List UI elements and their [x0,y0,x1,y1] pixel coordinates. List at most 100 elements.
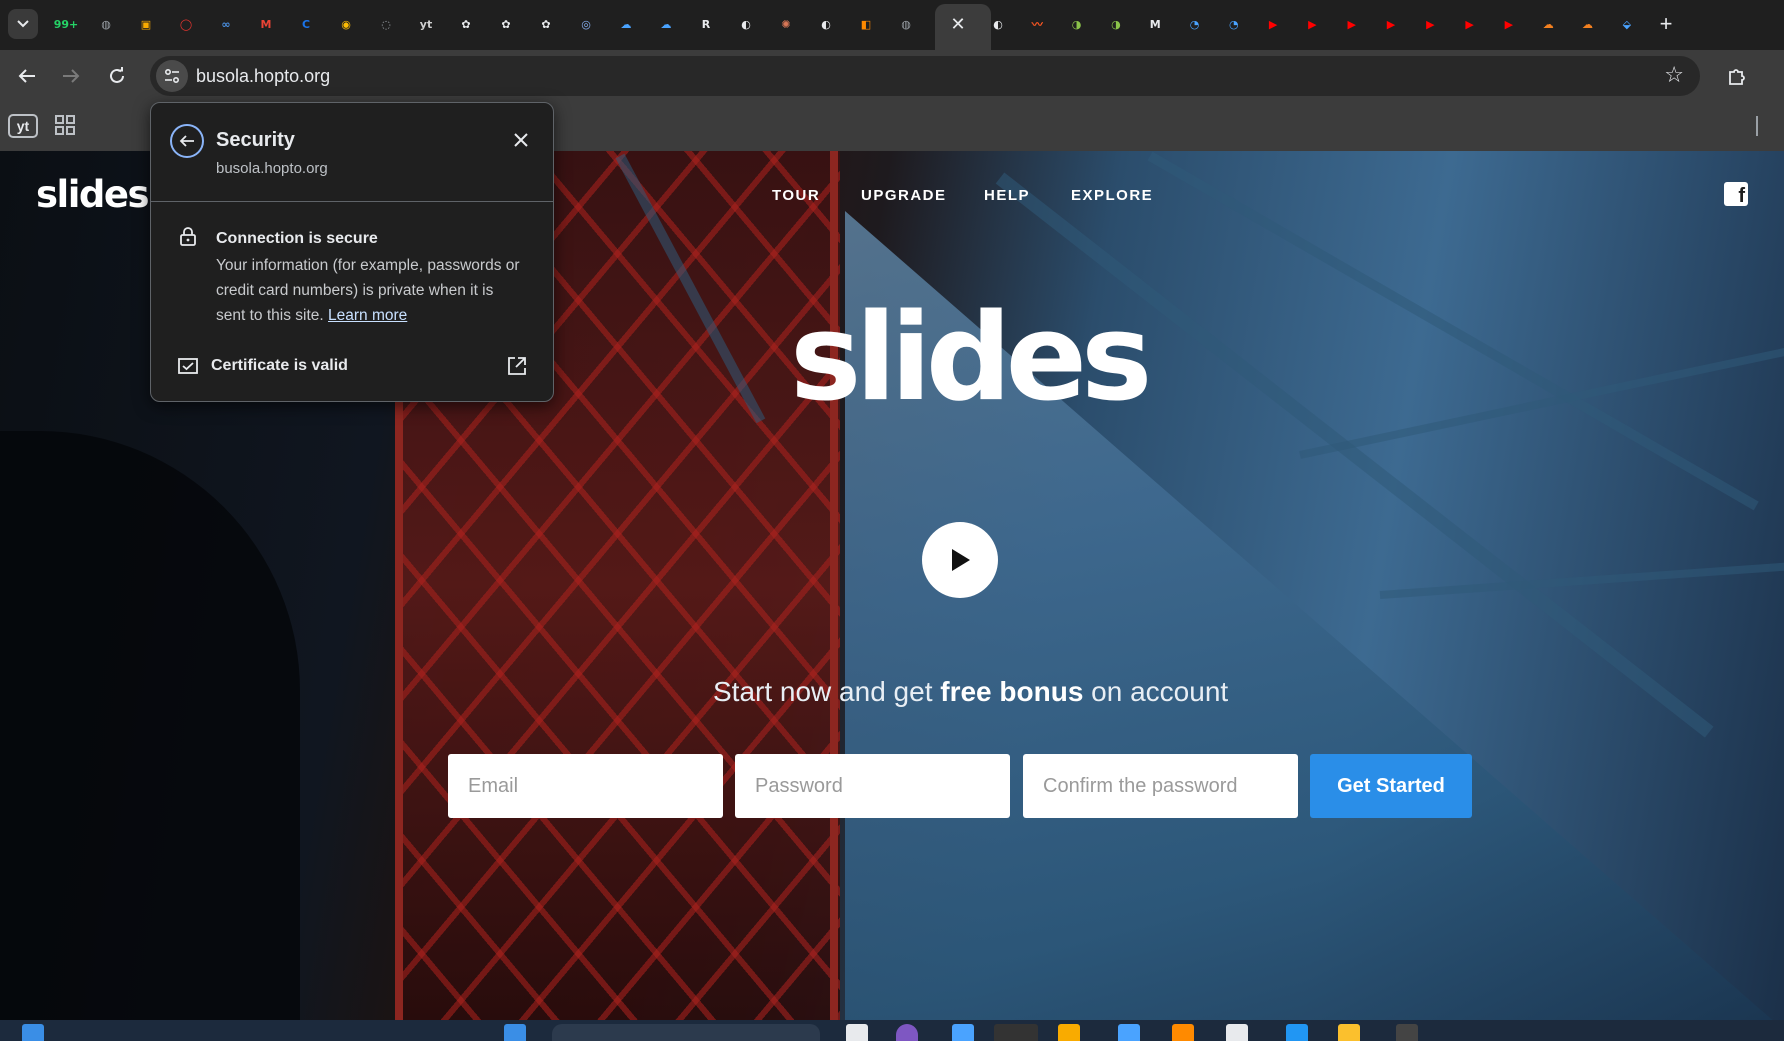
yt-icon[interactable]: yt [415,13,437,35]
github-icon[interactable]: ◐ [735,13,757,35]
background-beam [1299,347,1784,459]
openai-icon[interactable]: ✿ [455,13,477,35]
address-bar[interactable]: busola.hopto.org ☆ [150,56,1700,96]
close-icon[interactable] [507,126,535,154]
nav-tour[interactable]: TOUR [772,187,820,204]
site-info-button[interactable] [156,60,188,92]
whatsapp-icon[interactable]: 99+ [54,13,79,35]
orange-app-icon[interactable]: ◧ [855,13,877,35]
cloudflare-icon[interactable]: ☁ [1537,13,1559,35]
tune-icon [165,69,179,83]
browser-toolbar: busola.hopto.org ☆ [0,50,1784,100]
openai-icon[interactable]: ✿ [535,13,557,35]
onedrive-icon[interactable]: ☁ [655,13,677,35]
github-icon[interactable]: ◐ [815,13,837,35]
connection-title: Connection is secure [216,230,378,247]
chrome-icon[interactable]: ◉ [335,13,357,35]
meta-icon[interactable]: ∞ [215,13,237,35]
taskbar-search[interactable] [552,1024,820,1041]
forward-button[interactable] [56,61,86,91]
popup-host: busola.hopto.org [216,160,328,177]
youtube-icon[interactable]: ▶ [1498,13,1520,35]
facebook-icon[interactable]: f [1724,182,1748,206]
green-app-icon[interactable]: ◑ [1105,13,1127,35]
gmail-icon[interactable]: M [255,13,277,35]
openai-icon[interactable]: ✿ [495,13,517,35]
url-text[interactable]: busola.hopto.org [196,66,330,87]
claude-icon[interactable]: ✺ [775,13,797,35]
bookmark-yt[interactable]: yt [8,114,38,138]
taskbar-app-icon[interactable] [1396,1024,1418,1041]
taskbar-app-icon[interactable] [952,1024,974,1041]
taskbar-folder-icon[interactable] [1058,1024,1080,1041]
google-meet-icon[interactable]: ▣ [135,13,157,35]
taskbar-app-icon[interactable] [1286,1024,1308,1041]
circle-app-icon[interactable]: ◔ [1223,13,1245,35]
tower-column [830,151,838,1020]
start-icon[interactable] [22,1024,44,1041]
confirm-password-field[interactable] [1023,754,1298,818]
learn-more-link[interactable]: Learn more [328,307,407,324]
orange-chart-icon[interactable]: 〰 [1026,13,1048,35]
arrow-right-icon [63,69,80,83]
tagline-bold: free bonus [940,676,1084,707]
github-icon[interactable]: ◐ [987,13,1009,35]
youtube-icon[interactable]: ▶ [1301,13,1323,35]
nav-help[interactable]: HELP [984,187,1030,204]
popup-back-button[interactable] [170,124,204,158]
medium-icon[interactable]: M [1144,13,1166,35]
youtube-icon[interactable]: ▶ [1419,13,1441,35]
extensions-button[interactable] [1722,61,1752,91]
app-icon[interactable]: ◎ [575,13,597,35]
get-started-button[interactable]: Get Started [1310,754,1472,818]
taskbar-app-icon[interactable] [1226,1024,1248,1041]
new-tab-button[interactable]: + [1652,10,1680,38]
os-taskbar [0,1020,1784,1041]
circle-app-icon[interactable]: ◔ [1184,13,1206,35]
youtube-icon[interactable]: ▶ [1262,13,1284,35]
opera-icon[interactable]: ◯ [175,13,197,35]
location-icon[interactable]: ⬙ [1616,13,1638,35]
email-field[interactable] [448,754,723,818]
globe-icon[interactable]: ◍ [95,13,117,35]
youtube-icon[interactable]: ▶ [1459,13,1481,35]
site-logo[interactable]: slides [36,173,150,216]
c-icon[interactable]: C [295,13,317,35]
nav-explore[interactable]: EXPLORE [1071,187,1153,204]
cloudflare-icon[interactable]: ☁ [1577,13,1599,35]
hero-logo: slides [790,289,1152,428]
taskbar-app-icon[interactable] [896,1024,918,1041]
nav-upgrade[interactable]: UPGRADE [861,187,947,204]
green-app-icon[interactable]: ◑ [1066,13,1088,35]
taskbar-app-icon[interactable] [846,1024,868,1041]
r-icon[interactable]: R [695,13,717,35]
reload-button[interactable] [102,61,132,91]
certificate-label[interactable]: Certificate is valid [211,357,348,375]
puzzle-icon [1729,69,1745,85]
certificate-icon [178,358,198,374]
globe-icon[interactable]: ◍ [895,13,917,35]
open-in-new-icon[interactable] [506,355,528,377]
cloud-icon[interactable]: ☁ [615,13,637,35]
youtube-icon[interactable]: ▶ [1380,13,1402,35]
play-video-button[interactable] [922,522,998,598]
background-beam [1379,561,1784,599]
taskbar-app-icon[interactable] [1338,1024,1360,1041]
windows-icon[interactable] [504,1024,526,1041]
reload-icon [110,67,124,83]
bookmark-star-icon[interactable]: ☆ [1664,62,1684,88]
popup-divider [151,201,553,202]
taskbar-chrome-icon[interactable] [994,1024,1038,1041]
youtube-icon[interactable]: ▶ [1341,13,1363,35]
password-field[interactable] [735,754,1010,818]
tab-strip: 99+ ◍ ▣ ◯ ∞ M C ◉ ◌ yt ✿ ✿ ✿ ◎ ☁ ☁ R ◐ ✺ ◐ ◧ ◍ ✕ ◐ 〰 ◑ ◑ M ◔ ◔ ▶ ▶ ▶ ▶ ▶… [0,0,1784,50]
back-button[interactable] [12,61,42,91]
tab-search-button[interactable] [8,9,38,39]
background-beam [1147,151,1759,511]
taskbar-app-icon[interactable] [1172,1024,1194,1041]
taskbar-app-icon[interactable] [1118,1024,1140,1041]
apps-grid-icon[interactable] [54,114,76,136]
loading-icon[interactable]: ◌ [375,13,397,35]
close-tab-icon[interactable]: ✕ [946,12,970,36]
tagline-pre: Start now and get [713,676,941,707]
